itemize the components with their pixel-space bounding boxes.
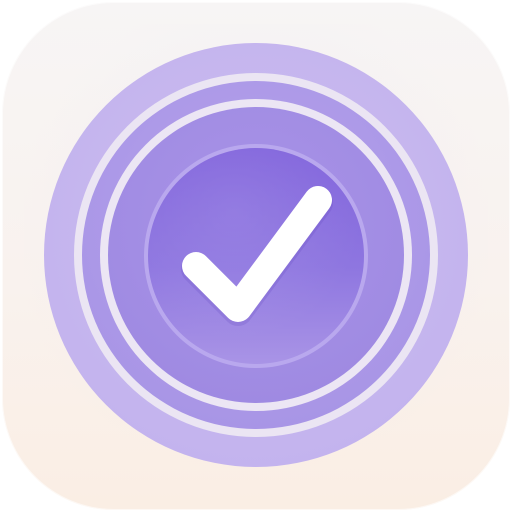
concentric-rings-emblem [44,43,468,467]
app-icon [0,0,512,512]
